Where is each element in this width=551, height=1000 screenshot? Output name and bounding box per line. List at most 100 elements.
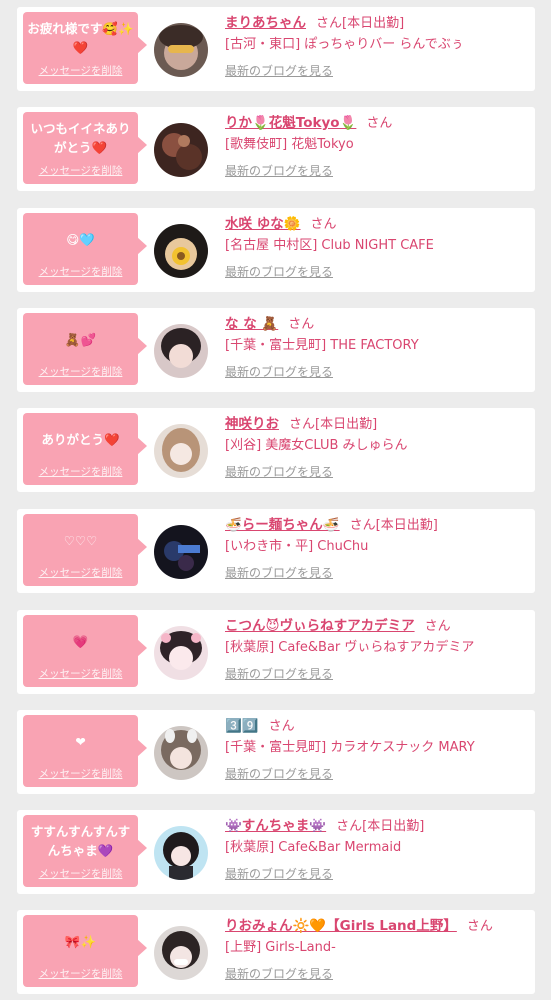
message-bubble: 🎀✨ メッセージを削除 [23, 915, 147, 987]
name-line: な な 🧸 さん [225, 314, 529, 334]
avatar[interactable] [154, 424, 208, 478]
latest-blog-link[interactable]: 最新のブログを見る [225, 363, 333, 381]
shop-info: [秋葉原] Cafe&Bar Mermaid [225, 840, 402, 855]
latest-blog-link[interactable]: 最新のブログを見る [225, 162, 333, 180]
message-text: 🎀✨ [64, 933, 97, 949]
latest-blog-link[interactable]: 最新のブログを見る [225, 263, 333, 281]
latest-blog-link[interactable]: 最新のブログを見る [225, 463, 333, 481]
list-item: ❤ メッセージを削除 3️⃣9️⃣ さん [千葉・富士見町] カラオケスナック M… [17, 710, 535, 794]
message-bubble: 💗 メッセージを削除 [23, 615, 147, 687]
today-badge: [本日出勤] [342, 16, 405, 31]
name-line: まりあちゃん さん[本日出勤] [225, 13, 529, 33]
shop-info: [上野] Girls-Land- [225, 940, 336, 955]
honorific: さん [268, 719, 295, 734]
name-line: りおみょん🔆🧡【Girls Land上野】 さん [225, 916, 529, 936]
honorific: さん [466, 919, 493, 934]
message-bubble: 😋🩵 メッセージを削除 [23, 213, 147, 285]
message-text: 😋🩵 [66, 231, 95, 247]
message-text: お疲れ様です🥰✨❤️ [27, 21, 134, 55]
shop-info: [古河・東口] ぽっちゃりバー らんでぶぅ [225, 37, 464, 52]
cast-name-link[interactable]: 🍜らー麺ちゃん🍜 [225, 517, 340, 533]
item-info: 🍜らー麺ちゃん🍜 さん[本日出勤] [いわき市・平] ChuChu 最新のブログを… [225, 515, 529, 582]
latest-blog-link[interactable]: 最新のブログを見る [225, 665, 333, 683]
latest-blog-link[interactable]: 最新のブログを見る [225, 765, 333, 783]
today-badge: [本日出勤] [362, 819, 425, 834]
message-text: 💗 [72, 633, 89, 649]
avatar[interactable] [154, 224, 208, 278]
latest-blog-link[interactable]: 最新のブログを見る [225, 865, 333, 883]
cast-name-link[interactable]: りか🌷花魁Tokyo🌷 [225, 115, 356, 131]
shop-info: [歌舞伎町] 花魁Tokyo [225, 137, 354, 152]
cast-name-link[interactable]: 3️⃣9️⃣ [225, 718, 259, 734]
delete-message-link[interactable]: メッセージを削除 [23, 766, 138, 781]
cast-name-link[interactable]: こつん😈ヴぃらねすアカデミア [225, 618, 415, 634]
message-text: すすんすんすんすんちゃま💜 [30, 824, 131, 858]
avatar[interactable] [154, 926, 208, 980]
list-item: いつもイイネありがとう❤️ メッセージを削除 りか🌷花魁Tokyo🌷 さん [歌舞… [17, 107, 535, 191]
name-line: りか🌷花魁Tokyo🌷 さん [225, 113, 529, 133]
message-text: いつもイイネありがとう❤️ [30, 121, 131, 155]
cast-name-link[interactable]: な な 🧸 [225, 316, 278, 332]
message-text: ありがとう❤️ [41, 431, 120, 447]
delete-message-link[interactable]: メッセージを削除 [23, 163, 138, 178]
honorific: さん [366, 116, 393, 131]
delete-message-link[interactable]: メッセージを削除 [23, 63, 138, 78]
avatar[interactable] [154, 726, 208, 780]
message-bubble: 🧸💕 メッセージを削除 [23, 313, 147, 385]
honorific: さん [349, 518, 376, 533]
latest-blog-link[interactable]: 最新のブログを見る [225, 564, 333, 582]
item-info: りか🌷花魁Tokyo🌷 さん [歌舞伎町] 花魁Tokyo 最新のブログを見る [225, 113, 529, 180]
shop-info: [千葉・富士見町] THE FACTORY [225, 338, 419, 353]
honorific: さん [289, 417, 316, 432]
name-line: 👾すんちゃま👾 さん[本日出勤] [225, 816, 529, 836]
shop-info: [刈谷] 美魔女CLUB みしゅらん [225, 438, 408, 453]
honorific: さん [316, 16, 343, 31]
list-item: すすんすんすんすんちゃま💜 メッセージを削除 👾すんちゃま👾 さん[本日出勤] [… [17, 810, 535, 894]
list-item: 💗 メッセージを削除 こつん😈ヴぃらねすアカデミア さん [秋葉原] Cafe&B… [17, 610, 535, 694]
delete-message-link[interactable]: メッセージを削除 [23, 364, 138, 379]
item-info: 神咲りお さん[本日出勤] [刈谷] 美魔女CLUB みしゅらん 最新のブログを見… [225, 414, 529, 481]
latest-blog-link[interactable]: 最新のブログを見る [225, 62, 333, 80]
honorific: さん [310, 217, 337, 232]
honorific: さん [288, 317, 315, 332]
message-text: ❤ [75, 733, 86, 749]
cast-name-link[interactable]: まりあちゃん [225, 15, 306, 31]
item-info: 👾すんちゃま👾 さん[本日出勤] [秋葉原] Cafe&Bar Mermaid 最… [225, 816, 529, 883]
cast-name-link[interactable]: 👾すんちゃま👾 [225, 818, 326, 834]
delete-message-link[interactable]: メッセージを削除 [23, 565, 138, 580]
item-info: 水咲 ゆな🌼 さん [名古屋 中村区] Club NIGHT CAFE 最新のブロ… [225, 214, 529, 281]
message-bubble: お疲れ様です🥰✨❤️ メッセージを削除 [23, 12, 147, 84]
message-bubble: すすんすんすんすんちゃま💜 メッセージを削除 [23, 815, 147, 887]
avatar[interactable] [154, 626, 208, 680]
cast-name-link[interactable]: 神咲りお [225, 416, 279, 432]
shop-info: [名古屋 中村区] Club NIGHT CAFE [225, 238, 434, 253]
item-info: まりあちゃん さん[本日出勤] [古河・東口] ぽっちゃりバー らんでぶぅ 最新の… [225, 13, 529, 80]
avatar[interactable] [154, 324, 208, 378]
delete-message-link[interactable]: メッセージを削除 [23, 966, 138, 981]
delete-message-link[interactable]: メッセージを削除 [23, 264, 138, 279]
cast-name-link[interactable]: りおみょん🔆🧡【Girls Land上野】 [225, 918, 457, 934]
name-line: 神咲りお さん[本日出勤] [225, 414, 529, 434]
delete-message-link[interactable]: メッセージを削除 [23, 666, 138, 681]
list-item: ありがとう❤️ メッセージを削除 神咲りお さん[本日出勤] [刈谷] 美魔女CL… [17, 408, 535, 492]
message-bubble: ♡♡♡ メッセージを削除 [23, 514, 147, 586]
avatar[interactable] [154, 525, 208, 579]
avatar[interactable] [154, 826, 208, 880]
item-info: 3️⃣9️⃣ さん [千葉・富士見町] カラオケスナック MARY 最新のブログを… [225, 716, 529, 783]
message-bubble: いつもイイネありがとう❤️ メッセージを削除 [23, 112, 147, 184]
shop-info: [秋葉原] Cafe&Bar ヴぃらねすアカデミア [225, 640, 475, 655]
list-item: 😋🩵 メッセージを削除 水咲 ゆな🌼 さん [名古屋 中村区] Club NIGH… [17, 208, 535, 292]
message-list: お疲れ様です🥰✨❤️ メッセージを削除 まりあちゃん さん[本日出勤] [古河・東… [0, 0, 551, 1000]
shop-info: [千葉・富士見町] カラオケスナック MARY [225, 740, 475, 755]
avatar[interactable] [154, 23, 208, 77]
delete-message-link[interactable]: メッセージを削除 [23, 866, 138, 881]
name-line: 水咲 ゆな🌼 さん [225, 214, 529, 234]
item-info: りおみょん🔆🧡【Girls Land上野】 さん [上野] Girls-Land-… [225, 916, 529, 983]
message-bubble: ありがとう❤️ メッセージを削除 [23, 413, 147, 485]
message-text: ♡♡♡ [63, 532, 98, 548]
cast-name-link[interactable]: 水咲 ゆな🌼 [225, 216, 301, 232]
delete-message-link[interactable]: メッセージを削除 [23, 464, 138, 479]
list-item: お疲れ様です🥰✨❤️ メッセージを削除 まりあちゃん さん[本日出勤] [古河・東… [17, 7, 535, 91]
avatar[interactable] [154, 123, 208, 177]
latest-blog-link[interactable]: 最新のブログを見る [225, 965, 333, 983]
